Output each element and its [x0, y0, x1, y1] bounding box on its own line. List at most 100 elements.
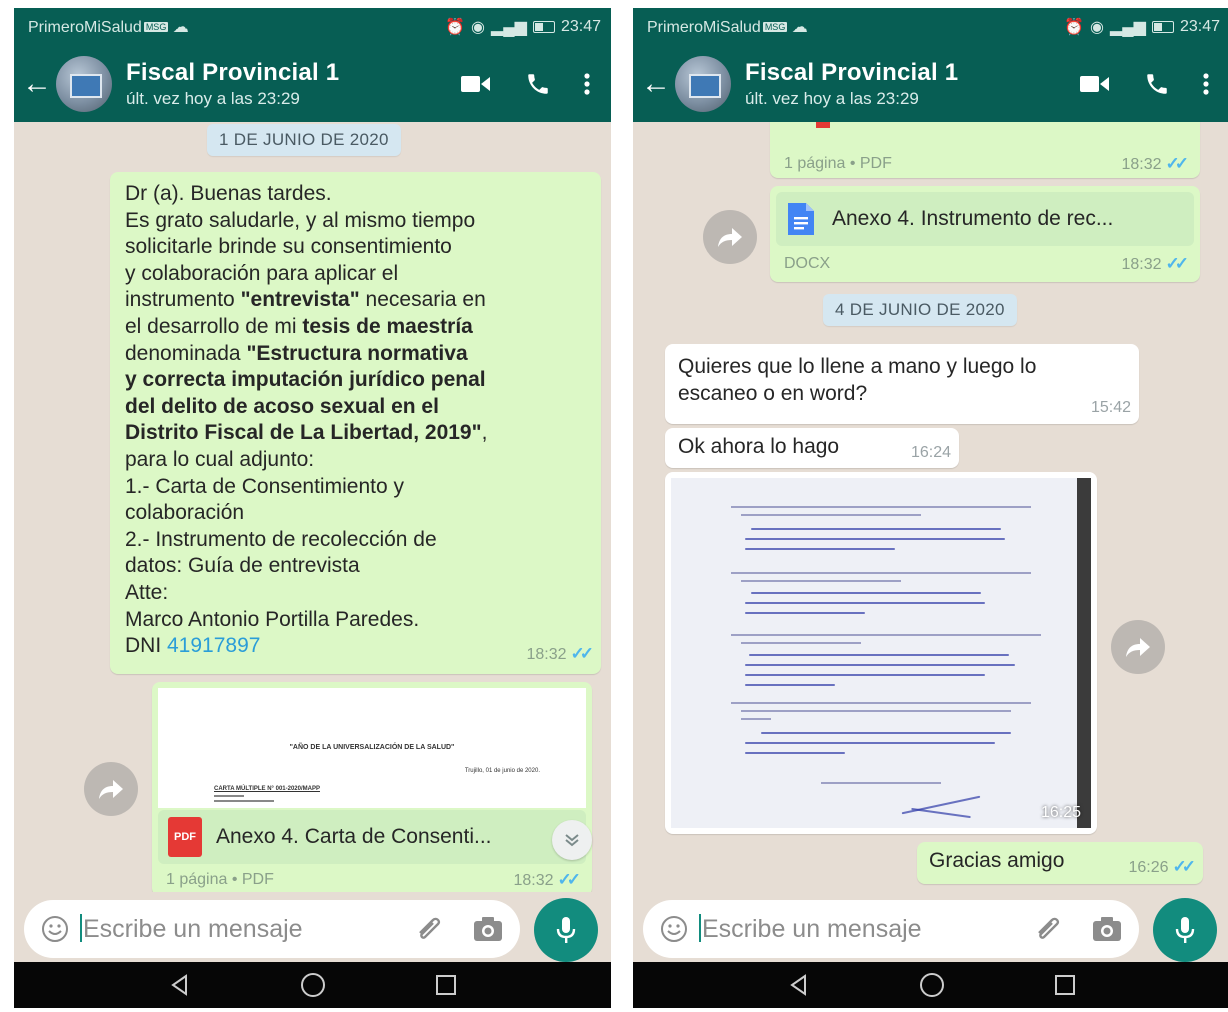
document-name: Anexo 4. Carta de Consenti... — [216, 825, 492, 848]
message-input[interactable]: Escribe un mensaje — [643, 900, 1139, 958]
outgoing-message-bubble[interactable]: Dr (a). Buenas tardes. Es grato saludarl… — [110, 172, 601, 674]
battery-icon — [532, 21, 555, 33]
message-text: Quieres que lo llene a mano y luego lo e… — [678, 355, 1037, 405]
microphone-button[interactable] — [1153, 898, 1217, 962]
incoming-message-bubble[interactable]: Quieres que lo llene a mano y luego lo e… — [665, 344, 1139, 424]
pdf-attachment-bubble[interactable]: 1 página • PDF 18:32 ✓✓ — [770, 122, 1200, 178]
nav-back-icon[interactable] — [787, 973, 811, 997]
signal-icon: ▂▄▆ — [1110, 19, 1146, 36]
nav-back-icon[interactable] — [168, 973, 192, 997]
contact-name: Fiscal Provincial 1 — [126, 59, 340, 86]
input-bar: Escribe un mensaje — [14, 892, 611, 968]
document-meta: 1 página • PDF 18:32 ✓✓ — [166, 870, 581, 889]
chat-header: ← Fiscal Provincial 1 últ. vez hoy a las… — [14, 46, 611, 122]
message-text: Dr (a). Buenas tardes. Es grato saludarl… — [125, 182, 488, 658]
alarm-icon: ⏰ — [1064, 19, 1085, 36]
nav-recents-icon[interactable] — [434, 973, 458, 997]
forward-icon[interactable] — [703, 210, 757, 264]
emoji-icon[interactable] — [659, 914, 689, 944]
android-nav-bar — [633, 962, 1228, 1008]
forward-icon[interactable] — [84, 762, 138, 816]
contact-info[interactable]: Fiscal Provincial 1 últ. vez hoy a las 2… — [745, 59, 1058, 109]
cloud-icon: ☁ — [172, 19, 189, 36]
message-notification-icon: MSG — [143, 22, 169, 32]
back-arrow-icon[interactable]: ← — [639, 69, 673, 99]
document-meta: DOCX 18:32 ✓✓ — [784, 254, 1189, 273]
docx-file-icon — [788, 203, 814, 235]
clock-time: 23:47 — [1179, 18, 1220, 35]
message-input[interactable]: Escribe un mensaje — [24, 900, 520, 958]
cloud-icon: ☁ — [791, 19, 808, 36]
message-time: 16:26 ✓✓ — [1128, 857, 1196, 876]
more-options-icon[interactable] — [575, 64, 599, 104]
pdf-file-icon: PDF — [168, 817, 202, 857]
read-ticks-icon: ✓✓ — [557, 870, 581, 889]
alarm-icon: ⏰ — [445, 19, 466, 36]
input-bar: Escribe un mensaje — [633, 892, 1228, 968]
incoming-message-bubble[interactable]: Ok ahora lo hago 16:24 — [665, 428, 959, 468]
attach-icon[interactable] — [414, 915, 446, 943]
outgoing-message-bubble[interactable]: Gracias amigo 16:26 ✓✓ — [917, 842, 1203, 884]
battery-icon — [1151, 21, 1174, 33]
camera-icon[interactable] — [1091, 915, 1123, 943]
status-bar: PrimeroMiSalud MSG ☁ ⏰ ◉ ▂▄▆ 23:47 — [633, 8, 1228, 46]
dni-link[interactable]: 41917897 — [167, 634, 260, 657]
message-text: Gracias amigo — [929, 849, 1065, 872]
signal-icon: ▂▄▆ — [491, 19, 527, 36]
pdf-attachment-bubble[interactable]: "AÑO DE LA UNIVERSALIZACIÓN DE LA SALUD"… — [152, 682, 592, 892]
carrier-name: PrimeroMiSalud MSG ☁ — [28, 19, 189, 36]
message-placeholder: Escribe un mensaje — [702, 915, 922, 943]
document-row[interactable]: Anexo 4. Instrumento de rec... — [776, 192, 1194, 246]
contact-avatar[interactable] — [675, 56, 731, 112]
message-time: 15:42 — [1090, 399, 1131, 416]
last-seen: últ. vez hoy a las 23:29 — [126, 89, 300, 108]
more-options-icon[interactable] — [1194, 64, 1218, 104]
voice-call-icon[interactable] — [1132, 64, 1182, 104]
clock-time: 23:47 — [560, 18, 601, 35]
nav-home-icon[interactable] — [918, 971, 946, 999]
docx-attachment-bubble[interactable]: Anexo 4. Instrumento de rec... DOCX 18:3… — [770, 186, 1200, 282]
eye-icon: ◉ — [1090, 19, 1104, 36]
message-text: Ok ahora lo hago — [678, 435, 840, 458]
nav-recents-icon[interactable] — [1053, 973, 1077, 997]
video-call-icon[interactable] — [1070, 64, 1120, 104]
camera-icon[interactable] — [472, 915, 504, 943]
chat-header: ← Fiscal Provincial 1 últ. vez hoy a las… — [633, 46, 1228, 122]
contact-name: Fiscal Provincial 1 — [745, 59, 959, 86]
contact-info[interactable]: Fiscal Provincial 1 últ. vez hoy a las 2… — [126, 59, 439, 109]
attach-icon[interactable] — [1033, 915, 1065, 943]
scanned-document-photo[interactable] — [671, 478, 1091, 828]
read-ticks-icon: ✓✓ — [1165, 154, 1189, 173]
right-phone-screen: PrimeroMiSalud MSG ☁ ⏰ ◉ ▂▄▆ 23:47 ← Fisc… — [633, 8, 1228, 1008]
message-placeholder: Escribe un mensaje — [83, 915, 303, 943]
read-ticks-icon: ✓✓ — [1172, 857, 1196, 876]
chat-area[interactable]: 1 página • PDF 18:32 ✓✓ Anexo 4. Instrume… — [633, 122, 1228, 892]
left-phone-screen: PrimeroMiSalud MSG ☁ ⏰ ◉ ▂▄▆ 23:47 ← Fisc… — [14, 8, 611, 1008]
incoming-photo-bubble[interactable]: 16:25 — [665, 472, 1097, 834]
read-ticks-icon: ✓✓ — [570, 644, 594, 663]
forward-icon[interactable] — [1111, 620, 1165, 674]
chat-area[interactable]: 1 DE JUNIO DE 2020 Dr (a). Buenas tardes… — [14, 122, 611, 892]
document-name: Anexo 4. Instrumento de rec... — [832, 207, 1114, 230]
eye-icon: ◉ — [471, 19, 485, 36]
message-time: 16:24 — [910, 444, 951, 461]
nav-home-icon[interactable] — [299, 971, 327, 999]
message-notification-icon: MSG — [762, 22, 788, 32]
microphone-button[interactable] — [534, 898, 598, 962]
pdf-file-icon — [816, 122, 830, 128]
document-row[interactable]: PDF Anexo 4. Carta de Consenti... — [158, 810, 586, 864]
status-bar: PrimeroMiSalud MSG ☁ ⏰ ◉ ▂▄▆ 23:47 — [14, 8, 611, 46]
contact-avatar[interactable] — [56, 56, 112, 112]
date-separator: 1 DE JUNIO DE 2020 — [207, 124, 401, 156]
read-ticks-icon: ✓✓ — [1165, 254, 1189, 273]
video-call-icon[interactable] — [451, 64, 501, 104]
back-arrow-icon[interactable]: ← — [20, 69, 54, 99]
voice-call-icon[interactable] — [513, 64, 563, 104]
last-seen: últ. vez hoy a las 23:29 — [745, 89, 919, 108]
document-meta: 1 página • PDF 18:32 ✓✓ — [784, 154, 1189, 173]
scroll-down-icon[interactable] — [552, 820, 592, 860]
emoji-icon[interactable] — [40, 914, 70, 944]
microphone-icon — [1175, 917, 1195, 943]
pdf-preview[interactable]: "AÑO DE LA UNIVERSALIZACIÓN DE LA SALUD"… — [158, 688, 586, 808]
carrier-name: PrimeroMiSalud MSG ☁ — [647, 19, 808, 36]
